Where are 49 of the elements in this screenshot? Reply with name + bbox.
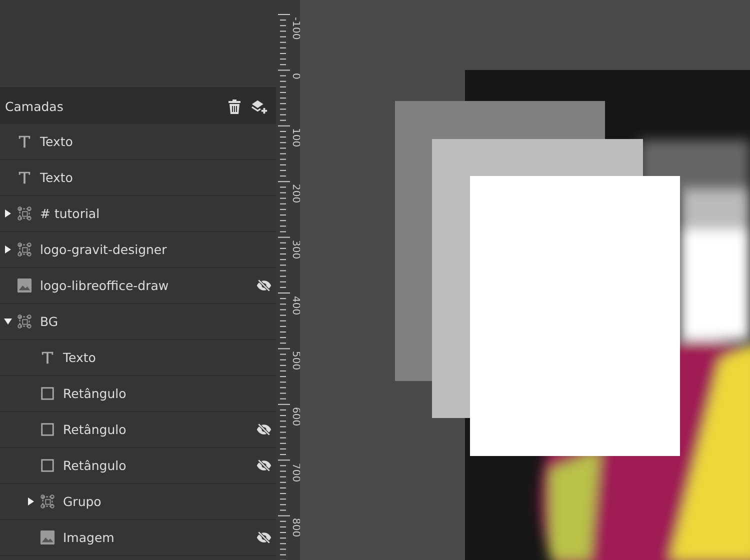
text-type-icon <box>40 350 55 365</box>
group-icon <box>17 242 32 257</box>
rectangle-icon <box>40 458 55 473</box>
eye-slash-icon[interactable] <box>256 459 272 472</box>
layer-name: Grupo <box>63 494 102 509</box>
layer-name: # tutorial <box>40 206 101 221</box>
caret-down-icon[interactable] <box>4 317 12 326</box>
layer-row[interactable]: Imagem <box>0 520 276 556</box>
layer-row[interactable]: Retângulo <box>0 376 276 412</box>
layer-row[interactable]: # tutorial <box>0 196 276 232</box>
layer-row[interactable]: logo-gravit-designer <box>0 232 276 268</box>
ruler-label: 800 <box>290 518 300 538</box>
group-icon <box>17 206 32 221</box>
image-icon <box>17 278 32 293</box>
layer-name: logo-libreoffice-draw <box>40 278 170 293</box>
layer-name: Imagem <box>63 530 116 545</box>
layer-row[interactable]: BG <box>0 304 276 340</box>
panel-title: Camadas <box>5 99 64 114</box>
layer-name: Retângulo <box>63 458 128 473</box>
layer-name: Texto <box>40 134 74 149</box>
layer-row[interactable]: Retângulo <box>0 412 276 448</box>
text-type-icon <box>17 134 32 149</box>
layer-name: Retângulo <box>63 386 128 401</box>
caret-right-icon[interactable] <box>4 245 12 254</box>
eye-slash-icon[interactable] <box>256 279 272 292</box>
eye-slash-icon[interactable] <box>256 423 272 436</box>
ruler-label: -100 <box>290 17 300 40</box>
layer-row[interactable]: logo-libreoffice-draw <box>0 268 276 304</box>
layer-name: Retângulo <box>63 422 128 437</box>
trash-icon[interactable] <box>226 98 243 114</box>
group-icon <box>17 314 32 329</box>
caret-right-icon[interactable] <box>4 209 12 218</box>
caret-right-icon[interactable] <box>27 497 35 506</box>
rectangle-icon <box>40 422 55 437</box>
layer-row[interactable]: Retângulo <box>0 448 276 484</box>
eye-slash-icon[interactable] <box>256 531 272 544</box>
rectangle-icon <box>40 386 55 401</box>
add-layer-icon[interactable] <box>251 98 268 114</box>
layer-row[interactable]: Grupo <box>0 484 276 520</box>
group-icon <box>40 494 55 509</box>
image-icon <box>40 530 55 545</box>
ruler-label: 400 <box>290 296 300 315</box>
layer-name: BG <box>40 314 60 329</box>
ruler-label: 100 <box>290 128 300 148</box>
layer-name: Texto <box>63 350 97 365</box>
text-type-icon <box>17 170 32 185</box>
layer-name: logo-gravit-designer <box>40 242 168 257</box>
ruler-label: 0 <box>290 72 300 80</box>
layer-name: Texto <box>40 170 74 185</box>
